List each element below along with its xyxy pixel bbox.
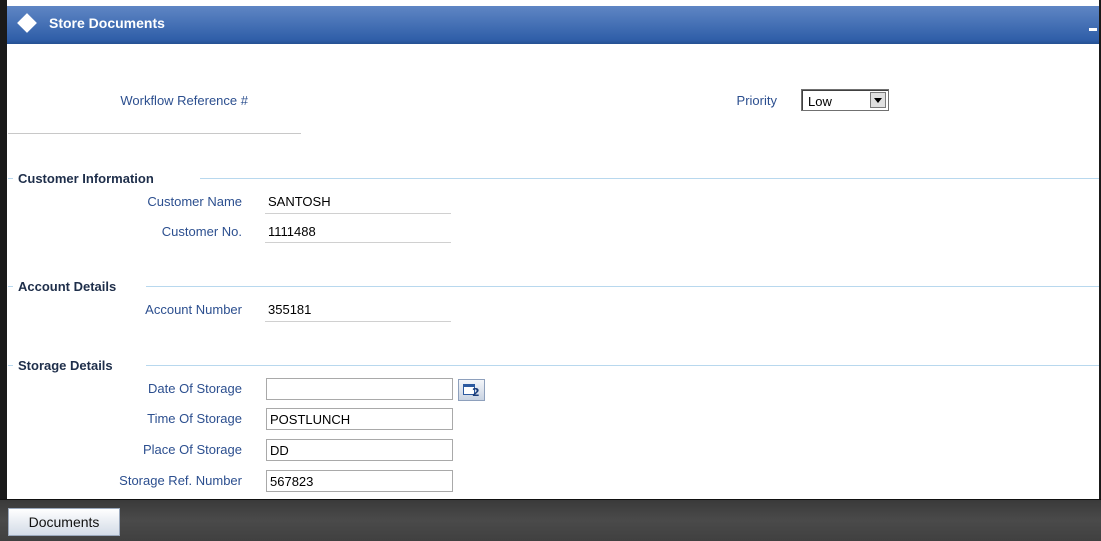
date-of-storage-label: Date Of Storage bbox=[148, 381, 242, 396]
place-of-storage-input[interactable]: DD bbox=[266, 439, 453, 461]
storage-section-rule bbox=[146, 365, 1099, 366]
window-frame-left bbox=[0, 0, 7, 540]
date-of-storage-input[interactable] bbox=[266, 378, 453, 400]
customer-name-underline bbox=[265, 213, 451, 214]
priority-select[interactable]: Low bbox=[801, 89, 889, 111]
diamond-icon bbox=[17, 13, 37, 33]
window-title: Store Documents bbox=[49, 15, 165, 31]
account-section-rule bbox=[146, 286, 1099, 287]
account-number-underline bbox=[265, 321, 451, 322]
customer-no-underline bbox=[265, 242, 451, 243]
storage-ref-number-input[interactable]: 567823 bbox=[266, 470, 453, 492]
account-section-tick bbox=[8, 286, 13, 287]
documents-button[interactable]: Documents bbox=[8, 508, 120, 536]
customer-no-value: 1111488 bbox=[268, 224, 316, 239]
account-number-value: 355181 bbox=[268, 302, 312, 317]
account-number-label: Account Number bbox=[145, 302, 242, 317]
customer-name-label: Customer Name bbox=[147, 194, 242, 209]
customer-name-value: SANTOSH bbox=[268, 194, 331, 209]
bottom-toolbar bbox=[0, 499, 1101, 541]
storage-section-heading: Storage Details bbox=[18, 358, 117, 373]
priority-selected-value: Low bbox=[808, 94, 832, 109]
calendar-icon-number: 2 bbox=[472, 386, 480, 399]
priority-label: Priority bbox=[736, 93, 777, 108]
minimize-icon[interactable] bbox=[1089, 28, 1097, 31]
dropdown-arrow-icon[interactable] bbox=[870, 92, 886, 108]
place-of-storage-label: Place Of Storage bbox=[143, 442, 242, 457]
customer-section-heading: Customer Information bbox=[18, 171, 158, 186]
workflow-reference-label: Workflow Reference # bbox=[120, 93, 248, 108]
calendar-button[interactable]: 2 bbox=[458, 379, 485, 401]
account-section-heading: Account Details bbox=[18, 279, 121, 294]
title-bar: Store Documents bbox=[7, 0, 1099, 44]
storage-ref-number-label: Storage Ref. Number bbox=[119, 473, 242, 488]
time-of-storage-input[interactable]: POSTLUNCH bbox=[266, 408, 453, 430]
customer-section-tick bbox=[8, 178, 13, 179]
time-of-storage-label: Time Of Storage bbox=[147, 411, 242, 426]
storage-section-tick bbox=[8, 365, 13, 366]
customer-no-label: Customer No. bbox=[161, 224, 242, 239]
header-separator bbox=[8, 133, 301, 134]
customer-section-rule bbox=[200, 178, 1099, 179]
